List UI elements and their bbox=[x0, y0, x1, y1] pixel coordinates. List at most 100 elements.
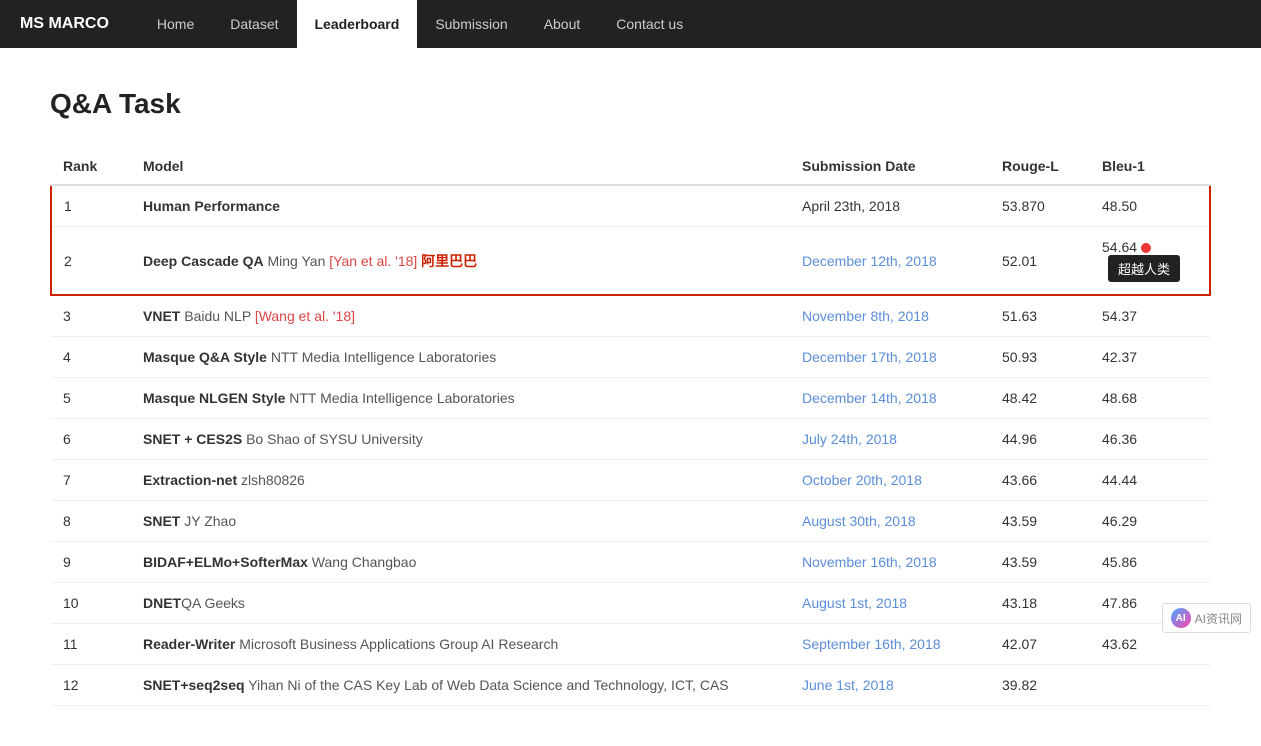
model-cell: Masque NLGEN Style NTT Media Intelligenc… bbox=[131, 378, 790, 419]
nav-item-about[interactable]: About bbox=[526, 0, 599, 48]
rank-cell: 6 bbox=[51, 419, 131, 460]
model-extra: Baidu NLP bbox=[180, 308, 254, 324]
navigation: MS MARCO HomeDatasetLeaderboardSubmissio… bbox=[0, 0, 1261, 48]
model-extra: Wang Changbao bbox=[308, 554, 416, 570]
table-row: 12SNET+seq2seq Yihan Ni of the CAS Key L… bbox=[51, 665, 1210, 706]
rouge-cell: 53.870 bbox=[990, 185, 1090, 227]
rank-cell: 3 bbox=[51, 295, 131, 337]
date-cell: October 20th, 2018 bbox=[790, 460, 990, 501]
date-link[interactable]: June 1st, 2018 bbox=[802, 677, 894, 693]
table-row: 1Human PerformanceApril 23th, 201853.870… bbox=[51, 185, 1210, 227]
model-name: Deep Cascade QA bbox=[143, 253, 264, 269]
model-extra: QA Geeks bbox=[181, 595, 245, 611]
table-header: RankModelSubmission DateRouge-LBleu-1 bbox=[51, 148, 1210, 185]
date-link[interactable]: December 12th, 2018 bbox=[802, 253, 937, 269]
table-row: 7Extraction-net zlsh80826October 20th, 2… bbox=[51, 460, 1210, 501]
table-row: 9BIDAF+ELMo+SofterMax Wang ChangbaoNovem… bbox=[51, 542, 1210, 583]
rouge-cell: 52.01 bbox=[990, 227, 1090, 296]
bleu-cell: 48.68 bbox=[1090, 378, 1210, 419]
rouge-cell: 43.59 bbox=[990, 501, 1090, 542]
date-link[interactable]: July 24th, 2018 bbox=[802, 431, 897, 447]
date-link[interactable]: November 8th, 2018 bbox=[802, 308, 929, 324]
date-link[interactable]: August 1st, 2018 bbox=[802, 595, 907, 611]
rank-cell: 2 bbox=[51, 227, 131, 296]
date-cell: November 16th, 2018 bbox=[790, 542, 990, 583]
date-cell: July 24th, 2018 bbox=[790, 419, 990, 460]
bleu-cell: 44.44 bbox=[1090, 460, 1210, 501]
bleu-cell: 54.64超越人类 bbox=[1090, 227, 1210, 296]
date-link[interactable]: December 17th, 2018 bbox=[802, 349, 937, 365]
rank-cell: 1 bbox=[51, 185, 131, 227]
model-name: SNET + CES2S bbox=[143, 431, 242, 447]
rank-cell: 9 bbox=[51, 542, 131, 583]
model-name: VNET bbox=[143, 308, 180, 324]
model-reference-link[interactable]: [Yan et al. '18] bbox=[329, 253, 417, 269]
table-row: 3 VNET Baidu NLP [Wang et al. '18] Novembe… bbox=[51, 295, 1210, 337]
model-name: DNET bbox=[143, 595, 181, 611]
rouge-cell: 43.18 bbox=[990, 583, 1090, 624]
model-chinese-label: 阿里巴巴 bbox=[417, 253, 477, 269]
rank-cell: 8 bbox=[51, 501, 131, 542]
main-content: Q&A Task RankModelSubmission DateRouge-L… bbox=[0, 48, 1261, 746]
model-cell: DNETQA Geeks bbox=[131, 583, 790, 624]
model-name: Human Performance bbox=[143, 198, 280, 214]
date-cell: August 1st, 2018 bbox=[790, 583, 990, 624]
bleu-cell: 48.50 bbox=[1090, 185, 1210, 227]
model-extra: Yihan Ni of the CAS Key Lab of Web Data … bbox=[245, 677, 729, 693]
date-cell: December 12th, 2018 bbox=[790, 227, 990, 296]
bleu-cell: 42.37 bbox=[1090, 337, 1210, 378]
nav-item-home[interactable]: Home bbox=[139, 0, 212, 48]
model-name: SNET bbox=[143, 513, 180, 529]
model-name: Extraction-net bbox=[143, 472, 237, 488]
rank-cell: 4 bbox=[51, 337, 131, 378]
rouge-cell: 43.66 bbox=[990, 460, 1090, 501]
model-extra: JY Zhao bbox=[180, 513, 236, 529]
model-extra: NTT Media Intelligence Laboratories bbox=[285, 390, 514, 406]
model-cell: Reader-Writer Microsoft Business Applica… bbox=[131, 624, 790, 665]
nav-item-contact-us[interactable]: Contact us bbox=[598, 0, 701, 48]
model-cell: SNET + CES2S Bo Shao of SYSU University bbox=[131, 419, 790, 460]
rouge-cell: 44.96 bbox=[990, 419, 1090, 460]
model-cell: SNET JY Zhao bbox=[131, 501, 790, 542]
nav-menu: HomeDatasetLeaderboardSubmissionAboutCon… bbox=[139, 0, 701, 48]
rouge-cell: 42.07 bbox=[990, 624, 1090, 665]
model-reference-link[interactable]: [Wang et al. '18] bbox=[255, 308, 355, 324]
date-cell: August 30th, 2018 bbox=[790, 501, 990, 542]
bleu-cell: 45.86 bbox=[1090, 542, 1210, 583]
date-cell: December 17th, 2018 bbox=[790, 337, 990, 378]
rank-cell: 11 bbox=[51, 624, 131, 665]
th-rank: Rank bbox=[51, 148, 131, 185]
table-row: 11Reader-Writer Microsoft Business Appli… bbox=[51, 624, 1210, 665]
nav-item-leaderboard[interactable]: Leaderboard bbox=[297, 0, 418, 48]
rouge-cell: 48.42 bbox=[990, 378, 1090, 419]
model-extra: NTT Media Intelligence Laboratories bbox=[267, 349, 496, 365]
date-cell: June 1st, 2018 bbox=[790, 665, 990, 706]
date-link[interactable]: October 20th, 2018 bbox=[802, 472, 922, 488]
rank-cell: 10 bbox=[51, 583, 131, 624]
model-name: Masque NLGEN Style bbox=[143, 390, 285, 406]
model-extra: Ming Yan bbox=[264, 253, 330, 269]
exceed-human-badge: 超越人类 bbox=[1108, 255, 1180, 282]
page-title: Q&A Task bbox=[50, 88, 1211, 120]
nav-item-submission[interactable]: Submission bbox=[417, 0, 525, 48]
model-cell: BIDAF+ELMo+SofterMax Wang Changbao bbox=[131, 542, 790, 583]
model-name: BIDAF+ELMo+SofterMax bbox=[143, 554, 308, 570]
model-cell: Human Performance bbox=[131, 185, 790, 227]
model-cell: Masque Q&A Style NTT Media Intelligence … bbox=[131, 337, 790, 378]
date-link[interactable]: November 16th, 2018 bbox=[802, 554, 937, 570]
th-rouge-l: Rouge-L bbox=[990, 148, 1090, 185]
nav-item-dataset[interactable]: Dataset bbox=[212, 0, 296, 48]
watermark-text: AI资讯网 bbox=[1195, 610, 1242, 627]
date-link[interactable]: December 14th, 2018 bbox=[802, 390, 937, 406]
rank-cell: 5 bbox=[51, 378, 131, 419]
date-link[interactable]: September 16th, 2018 bbox=[802, 636, 941, 652]
rank-cell: 7 bbox=[51, 460, 131, 501]
table-row: 4Masque Q&A Style NTT Media Intelligence… bbox=[51, 337, 1210, 378]
date-link[interactable]: August 30th, 2018 bbox=[802, 513, 916, 529]
rank-cell: 12 bbox=[51, 665, 131, 706]
table-row: 2 Deep Cascade QA Ming Yan [Yan et al. '1… bbox=[51, 227, 1210, 296]
date-cell: September 16th, 2018 bbox=[790, 624, 990, 665]
model-cell: SNET+seq2seq Yihan Ni of the CAS Key Lab… bbox=[131, 665, 790, 706]
table-body: 1Human PerformanceApril 23th, 201853.870… bbox=[51, 185, 1210, 706]
table-row: 10DNETQA GeeksAugust 1st, 201843.1847.86 bbox=[51, 583, 1210, 624]
